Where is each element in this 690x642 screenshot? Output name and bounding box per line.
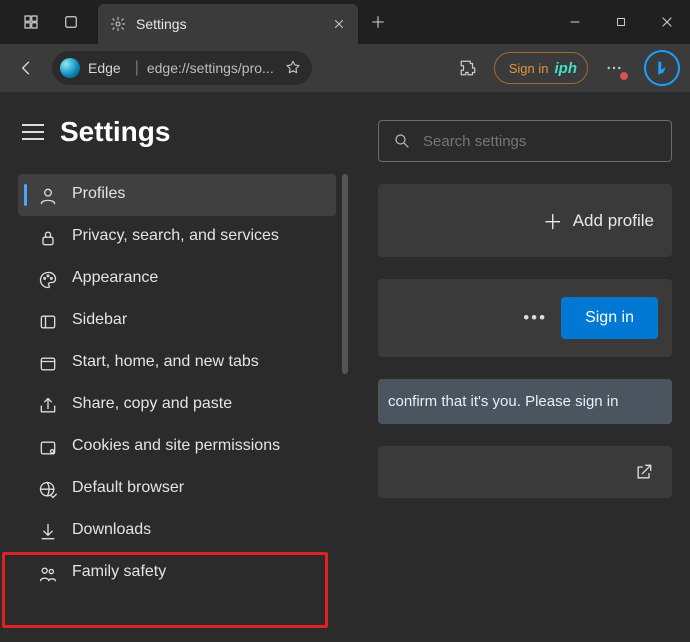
confirm-signin-text: confirm that it's you. Please sign in — [388, 393, 618, 410]
window-maximize-button[interactable] — [598, 0, 644, 44]
settings-heading: Settings — [60, 116, 170, 148]
sidebar-item-label: Privacy, search, and services — [72, 226, 279, 247]
profile-signin-button[interactable]: Sign in — [561, 297, 658, 339]
window-close-button[interactable] — [644, 0, 690, 44]
panel-icon — [38, 312, 58, 332]
window-controls — [552, 0, 690, 44]
browser-tab-active[interactable]: Settings — [98, 4, 358, 44]
share-icon — [38, 396, 58, 416]
signin-pill[interactable]: Sign in iph — [494, 52, 588, 84]
address-separator: | — [135, 59, 139, 77]
add-profile-label: Add profile — [573, 211, 654, 231]
sidebar-item-default-browser[interactable]: Default browser — [18, 468, 336, 510]
extensions-icon[interactable] — [452, 52, 484, 84]
signin-pill-brand: iph — [555, 60, 578, 77]
globe-check-icon — [38, 480, 58, 500]
sidebar-item-label: Default browser — [72, 478, 184, 499]
browser-toolbar: Edge | edge://settings/pro... Sign in ip… — [0, 44, 690, 92]
new-tab-button[interactable] — [358, 0, 398, 44]
settings-sidebar: Settings Profiles Privacy, search, and s… — [0, 92, 360, 642]
window-icon — [38, 354, 58, 374]
add-profile-panel[interactable]: ＋ Add profile — [378, 184, 672, 257]
settings-nav-list: Profiles Privacy, search, and services A… — [18, 174, 350, 594]
family-icon — [38, 564, 58, 584]
palette-icon — [38, 270, 58, 290]
window-titlebar: Settings — [0, 0, 690, 44]
sidebar-item-downloads[interactable]: Downloads — [18, 510, 336, 552]
confirm-signin-banner: confirm that it's you. Please sign in — [378, 379, 672, 424]
settings-content: ＋ Add profile ••• Sign in confirm that i… — [360, 92, 690, 642]
sidebar-scrollbar[interactable] — [342, 174, 348, 374]
profile-more-button[interactable]: ••• — [523, 308, 547, 328]
external-link-panel[interactable] — [378, 446, 672, 498]
plus-icon: ＋ — [543, 206, 563, 235]
sidebar-item-label: Cookies and site permissions — [72, 436, 280, 457]
sidebar-item-label: Appearance — [72, 268, 158, 289]
sidebar-item-start-home[interactable]: Start, home, and new tabs — [18, 342, 336, 384]
search-settings-box[interactable] — [378, 120, 672, 162]
cookie-icon — [38, 438, 58, 458]
more-menu-button[interactable] — [598, 52, 630, 84]
sidebar-item-profiles[interactable]: Profiles — [18, 174, 336, 216]
bing-chat-button[interactable] — [644, 50, 680, 86]
back-button[interactable] — [10, 52, 42, 84]
search-icon — [393, 132, 411, 150]
profile-card: ••• Sign in — [378, 279, 672, 357]
sidebar-item-family-safety[interactable]: Family safety — [18, 552, 336, 594]
tab-title: Settings — [136, 16, 322, 32]
close-tab-icon[interactable] — [332, 17, 346, 31]
sidebar-item-label: Family safety — [72, 562, 166, 583]
sidebar-item-appearance[interactable]: Appearance — [18, 258, 336, 300]
browser-name: Edge — [88, 60, 127, 76]
hamburger-icon[interactable] — [22, 124, 44, 140]
tab-actions-icon[interactable] — [62, 13, 80, 31]
sidebar-item-label: Share, copy and paste — [72, 394, 232, 415]
workspaces-icon[interactable] — [22, 13, 40, 31]
gear-icon — [110, 16, 126, 32]
external-link-icon — [634, 462, 654, 482]
download-icon — [38, 522, 58, 542]
search-settings-input[interactable] — [423, 133, 657, 150]
sidebar-item-label: Downloads — [72, 520, 151, 541]
sidebar-item-label: Start, home, and new tabs — [72, 352, 259, 373]
person-icon — [38, 186, 58, 206]
edge-logo-icon — [60, 58, 80, 78]
titlebar-left-icons — [0, 0, 98, 44]
main-area: Settings Profiles Privacy, search, and s… — [0, 92, 690, 642]
sidebar-item-share-copy-paste[interactable]: Share, copy and paste — [18, 384, 336, 426]
address-url: edge://settings/pro... — [147, 60, 274, 76]
sidebar-item-label: Profiles — [72, 184, 125, 205]
lock-icon — [38, 228, 58, 248]
sidebar-item-label: Sidebar — [72, 310, 127, 331]
address-bar[interactable]: Edge | edge://settings/pro... — [52, 51, 312, 85]
signin-pill-label: Sign in — [509, 61, 549, 76]
sidebar-item-sidebar[interactable]: Sidebar — [18, 300, 336, 342]
sidebar-item-privacy[interactable]: Privacy, search, and services — [18, 216, 336, 258]
star-add-icon[interactable] — [284, 59, 302, 77]
window-minimize-button[interactable] — [552, 0, 598, 44]
sidebar-item-cookies[interactable]: Cookies and site permissions — [18, 426, 336, 468]
